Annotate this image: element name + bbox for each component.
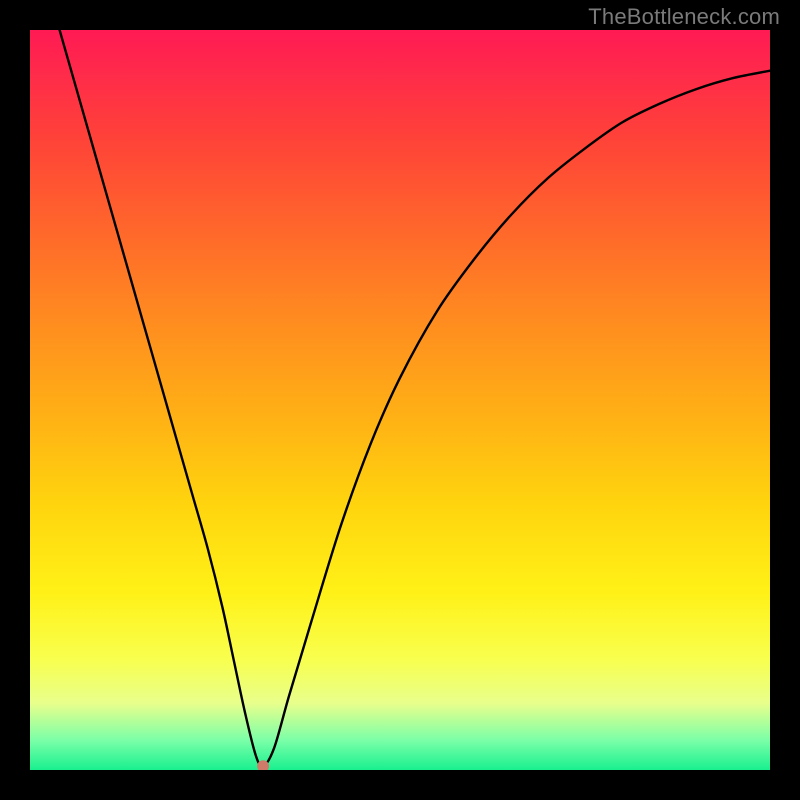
plot-area	[30, 30, 770, 770]
chart-container: TheBottleneck.com	[0, 0, 800, 800]
bottleneck-curve	[60, 30, 770, 767]
attribution-text: TheBottleneck.com	[588, 4, 780, 30]
curve-layer	[30, 30, 770, 770]
